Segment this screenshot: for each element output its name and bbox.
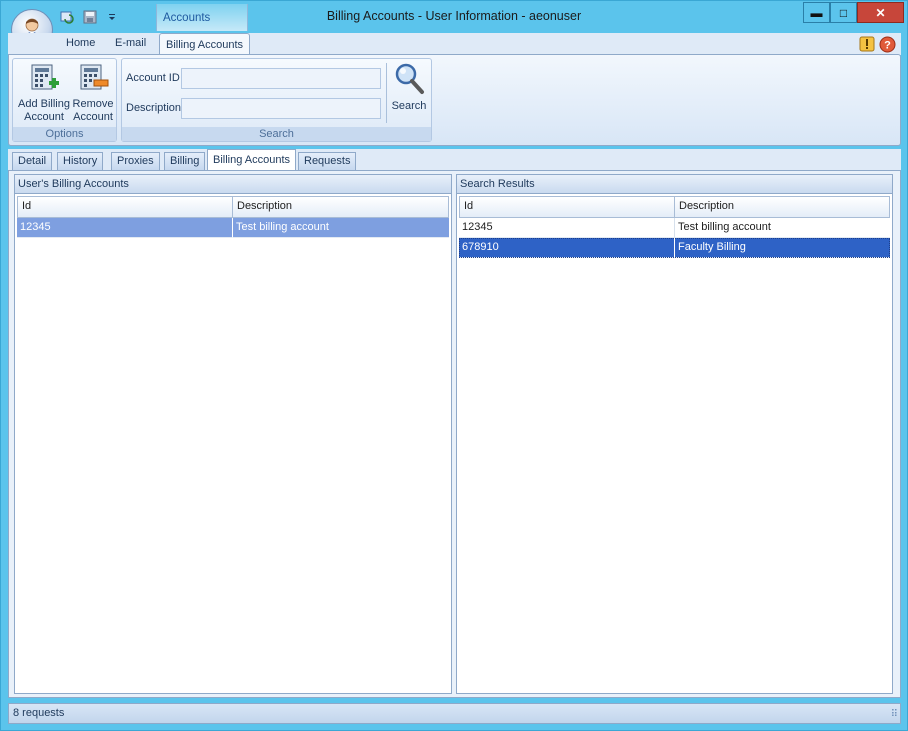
users-billing-accounts-panel: User's Billing Accounts Id Description 1…	[14, 174, 452, 694]
table-row[interactable]: 678910 Faculty Billing	[459, 238, 890, 258]
svg-text:?: ?	[884, 40, 891, 52]
search-group-divider	[386, 63, 387, 123]
remove-account-button[interactable]: Remove Account	[70, 62, 116, 124]
users-billing-accounts-grid-header: Id Description	[17, 196, 449, 218]
ribbon-tab-billing-accounts[interactable]: Billing Accounts	[159, 33, 250, 55]
ribbon-tab-email[interactable]: E-mail	[115, 37, 146, 49]
minimize-button[interactable]: ▬	[803, 2, 830, 23]
quick-access-toolbar	[59, 7, 121, 27]
remove-account-label-line2: Account	[73, 111, 113, 124]
save-icon[interactable]	[81, 9, 99, 25]
column-header-description[interactable]: Description	[233, 197, 448, 217]
ribbon-panel: Add Billing Account Remove Account Optio…	[8, 54, 901, 146]
tab-history[interactable]: History	[57, 152, 103, 170]
ribbon-tab-strip: Home E-mail Billing Accounts	[8, 33, 901, 55]
cell-description: Test billing account	[675, 218, 890, 238]
ribbon-tab-home[interactable]: Home	[66, 37, 95, 49]
tab-content: User's Billing Accounts Id Description 1…	[8, 170, 901, 698]
search-group: Account ID Description Search Search	[121, 58, 432, 142]
column-header-description[interactable]: Description	[675, 197, 889, 217]
cell-id: 12345	[17, 218, 233, 238]
options-group-label: Options	[13, 127, 116, 141]
status-text: 8 requests	[13, 707, 64, 719]
search-results-panel: Search Results Id Description 12345 Test…	[456, 174, 893, 694]
tab-billing[interactable]: Billing	[164, 152, 205, 170]
add-billing-account-button[interactable]: Add Billing Account	[18, 62, 70, 124]
refresh-icon[interactable]	[59, 9, 77, 25]
description-input[interactable]	[181, 98, 381, 119]
search-button-label: Search	[392, 100, 427, 113]
table-row[interactable]: 12345 Test billing account	[17, 218, 449, 238]
search-group-label: Search	[122, 127, 431, 141]
search-results-grid-header: Id Description	[459, 196, 890, 218]
cell-id: 12345	[459, 218, 675, 238]
account-id-label: Account ID	[126, 72, 180, 84]
tab-proxies[interactable]: Proxies	[111, 152, 160, 170]
add-billing-account-icon	[28, 62, 60, 94]
tab-billing-accounts[interactable]: Billing Accounts	[207, 149, 296, 171]
window-title: Billing Accounts - User Information - ae…	[1, 9, 907, 23]
account-id-input[interactable]	[181, 68, 381, 89]
context-tab-header: Accounts	[156, 4, 248, 31]
search-button[interactable]: Search	[390, 62, 428, 113]
remove-account-label-line1: Remove	[73, 98, 114, 111]
column-header-id[interactable]: Id	[460, 197, 675, 217]
column-header-id[interactable]: Id	[18, 197, 233, 217]
tab-requests[interactable]: Requests	[298, 152, 356, 170]
users-billing-accounts-header: User's Billing Accounts	[15, 175, 451, 194]
app-window: Billing Accounts - User Information - ae…	[0, 0, 908, 731]
cell-id: 678910	[459, 238, 675, 258]
resize-grip-icon[interactable]: ⠿	[891, 709, 897, 720]
cell-description: Test billing account	[233, 218, 449, 238]
add-billing-label-line1: Add Billing	[18, 98, 70, 111]
add-billing-label-line2: Account	[24, 111, 64, 124]
help-icon[interactable]: ?	[879, 36, 896, 56]
cell-description: Faculty Billing	[675, 238, 890, 258]
close-button[interactable]: ✕	[857, 2, 904, 23]
maximize-button[interactable]: □	[830, 2, 857, 23]
search-results-header: Search Results	[457, 175, 892, 194]
content-tab-strip: Detail History Proxies Billing Billing A…	[8, 149, 901, 171]
customize-quick-access-icon[interactable]	[103, 9, 121, 25]
status-bar: 8 requests ⠿	[8, 703, 901, 724]
title-bar: Billing Accounts - User Information - ae…	[1, 1, 907, 33]
tab-detail[interactable]: Detail	[12, 152, 52, 170]
options-group: Add Billing Account Remove Account Optio…	[12, 58, 117, 142]
description-label: Description	[126, 102, 181, 114]
magnifier-icon	[393, 62, 425, 96]
remove-account-icon	[77, 62, 109, 94]
table-row[interactable]: 12345 Test billing account	[459, 218, 890, 238]
alert-icon[interactable]	[859, 36, 875, 56]
help-area: ?	[859, 36, 896, 56]
